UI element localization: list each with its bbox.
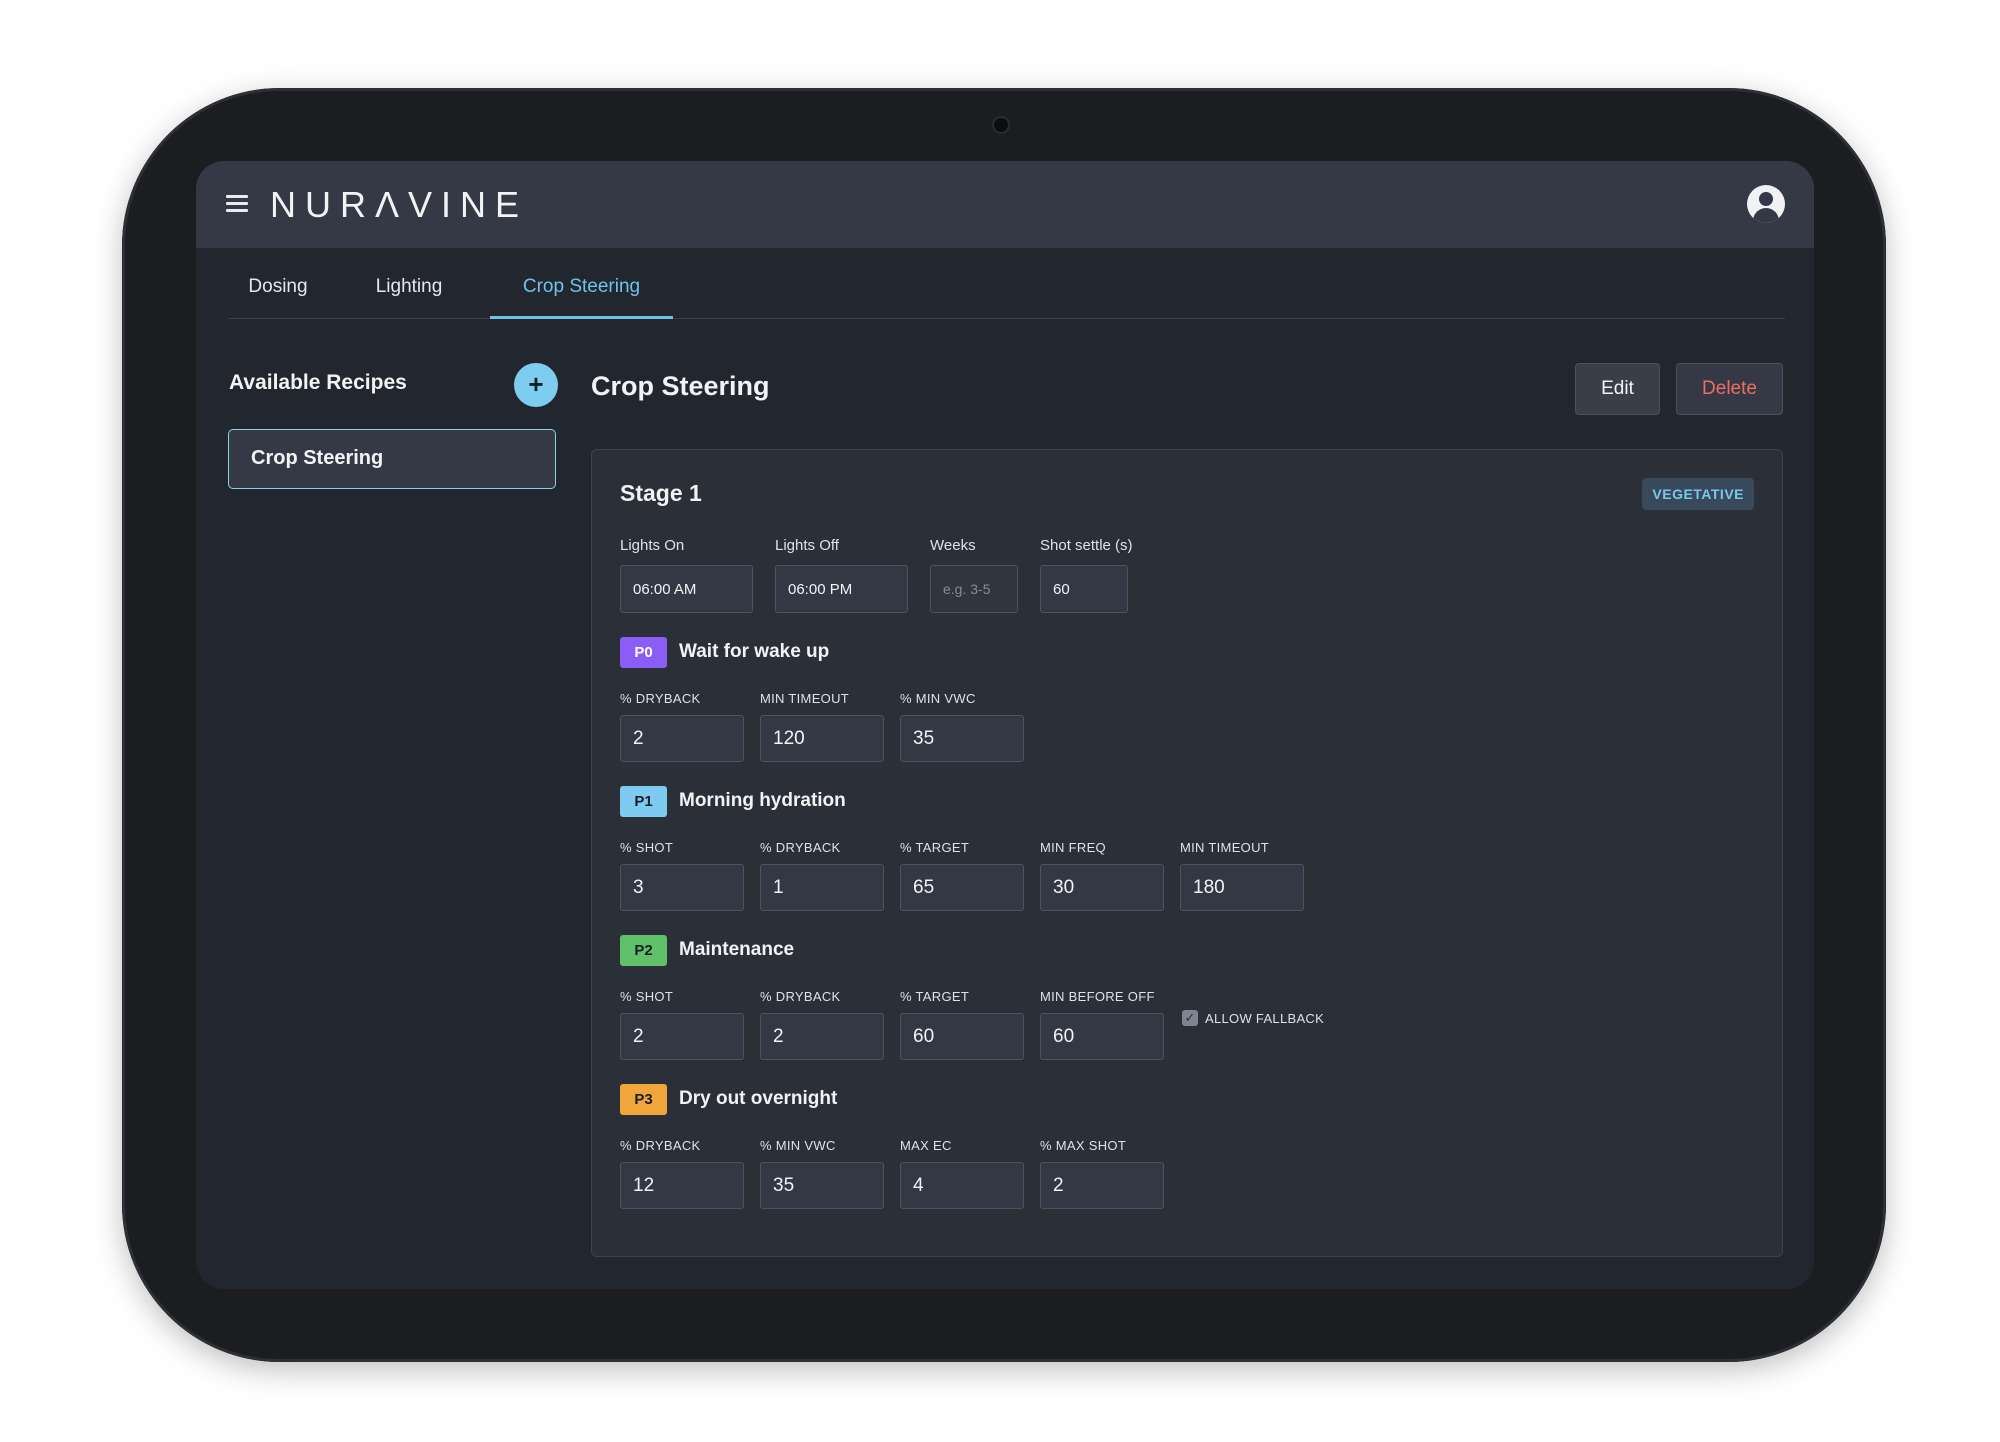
p1-dryback-label: % DRYBACK <box>760 840 841 855</box>
app-bar: NURΛVINE <box>196 161 1814 248</box>
lights-on-label: Lights On <box>620 537 685 554</box>
phase-title-p0: Wait for wake up <box>679 641 830 662</box>
p2-min-before-off-field[interactable] <box>1040 1013 1164 1060</box>
p0-min-vwc-label: % MIN VWC <box>900 691 976 706</box>
p0-dryback-label: % DRYBACK <box>620 691 701 706</box>
p0-min-timeout-field[interactable] <box>760 715 884 762</box>
account-icon[interactable] <box>1747 185 1785 223</box>
phase-title-p3: Dry out overnight <box>679 1088 838 1109</box>
app-screen: NURΛVINE Dosing Lighting Crop Steering A… <box>196 161 1814 1289</box>
tab-crop-steering[interactable]: Crop Steering <box>490 248 673 319</box>
p0-min-timeout-label: MIN TIMEOUT <box>760 691 849 706</box>
p1-min-timeout-label: MIN TIMEOUT <box>1180 840 1269 855</box>
p3-max-ec-field[interactable] <box>900 1162 1024 1209</box>
phase-badge-p2: P2 <box>620 935 667 966</box>
shot-settle-field[interactable] <box>1040 565 1128 613</box>
p2-shot-field[interactable] <box>620 1013 744 1060</box>
p3-dryback-field[interactable] <box>620 1162 744 1209</box>
phase-badge-p0: P0 <box>620 637 667 668</box>
p1-shot-field[interactable] <box>620 864 744 911</box>
brand-logo: NURΛVINE <box>270 184 529 225</box>
add-recipe-button[interactable]: + <box>514 363 558 407</box>
p3-max-ec-label: MAX EC <box>900 1138 952 1153</box>
phase-badge-p1: P1 <box>620 786 667 817</box>
tab-bar: Dosing Lighting Crop Steering <box>228 248 1785 319</box>
checkbox-check-icon[interactable]: ✓ <box>1182 1010 1198 1026</box>
phase-badge-p3: P3 <box>620 1084 667 1115</box>
p2-target-field[interactable] <box>900 1013 1024 1060</box>
menu-icon[interactable] <box>226 195 248 213</box>
p3-min-vwc-label: % MIN VWC <box>760 1138 836 1153</box>
p0-min-vwc-field[interactable] <box>900 715 1024 762</box>
stage-title: Stage 1 <box>620 480 702 506</box>
stage-card: Stage 1 VEGETATIVE Lights On Lights Off … <box>591 449 1783 1257</box>
p1-min-freq-label: MIN FREQ <box>1040 840 1106 855</box>
allow-fallback-label: ALLOW FALLBACK <box>1205 1011 1325 1026</box>
p3-max-shot-field[interactable] <box>1040 1162 1164 1209</box>
p3-dryback-label: % DRYBACK <box>620 1138 701 1153</box>
p2-target-label: % TARGET <box>900 989 970 1004</box>
sidebar-title: Available Recipes <box>229 371 407 394</box>
phase-title-p1: Morning hydration <box>679 790 846 811</box>
lights-off-label: Lights Off <box>775 537 839 554</box>
page-title: Crop Steering <box>591 371 770 401</box>
p1-shot-label: % SHOT <box>620 840 674 855</box>
p2-dryback-field[interactable] <box>760 1013 884 1060</box>
lights-off-field[interactable] <box>775 565 908 613</box>
stage-badge: VEGETATIVE <box>1642 478 1754 510</box>
p1-target-field[interactable] <box>900 864 1024 911</box>
camera-icon <box>994 118 1008 132</box>
p1-dryback-field[interactable] <box>760 864 884 911</box>
weeks-field[interactable] <box>930 565 1018 613</box>
phase-title-p2: Maintenance <box>679 939 795 960</box>
tab-dosing[interactable]: Dosing <box>228 248 328 318</box>
weeks-label: Weeks <box>930 537 976 554</box>
p2-dryback-label: % DRYBACK <box>760 989 841 1004</box>
recipe-item[interactable]: Crop Steering <box>228 429 556 489</box>
shot-settle-label: Shot settle (s) <box>1040 537 1133 554</box>
p1-target-label: % TARGET <box>900 840 970 855</box>
p1-min-freq-field[interactable] <box>1040 864 1164 911</box>
p1-min-timeout-field[interactable] <box>1180 864 1304 911</box>
p2-min-before-off-label: MIN BEFORE OFF <box>1040 989 1155 1004</box>
p0-dryback-field[interactable] <box>620 715 744 762</box>
lights-on-field[interactable] <box>620 565 753 613</box>
p3-min-vwc-field[interactable] <box>760 1162 884 1209</box>
tab-lighting[interactable]: Lighting <box>343 248 475 318</box>
edit-button[interactable]: Edit <box>1575 363 1660 415</box>
p3-max-shot-label: % MAX SHOT <box>1040 1138 1127 1153</box>
p2-shot-label: % SHOT <box>620 989 674 1004</box>
delete-button[interactable]: Delete <box>1676 363 1783 415</box>
